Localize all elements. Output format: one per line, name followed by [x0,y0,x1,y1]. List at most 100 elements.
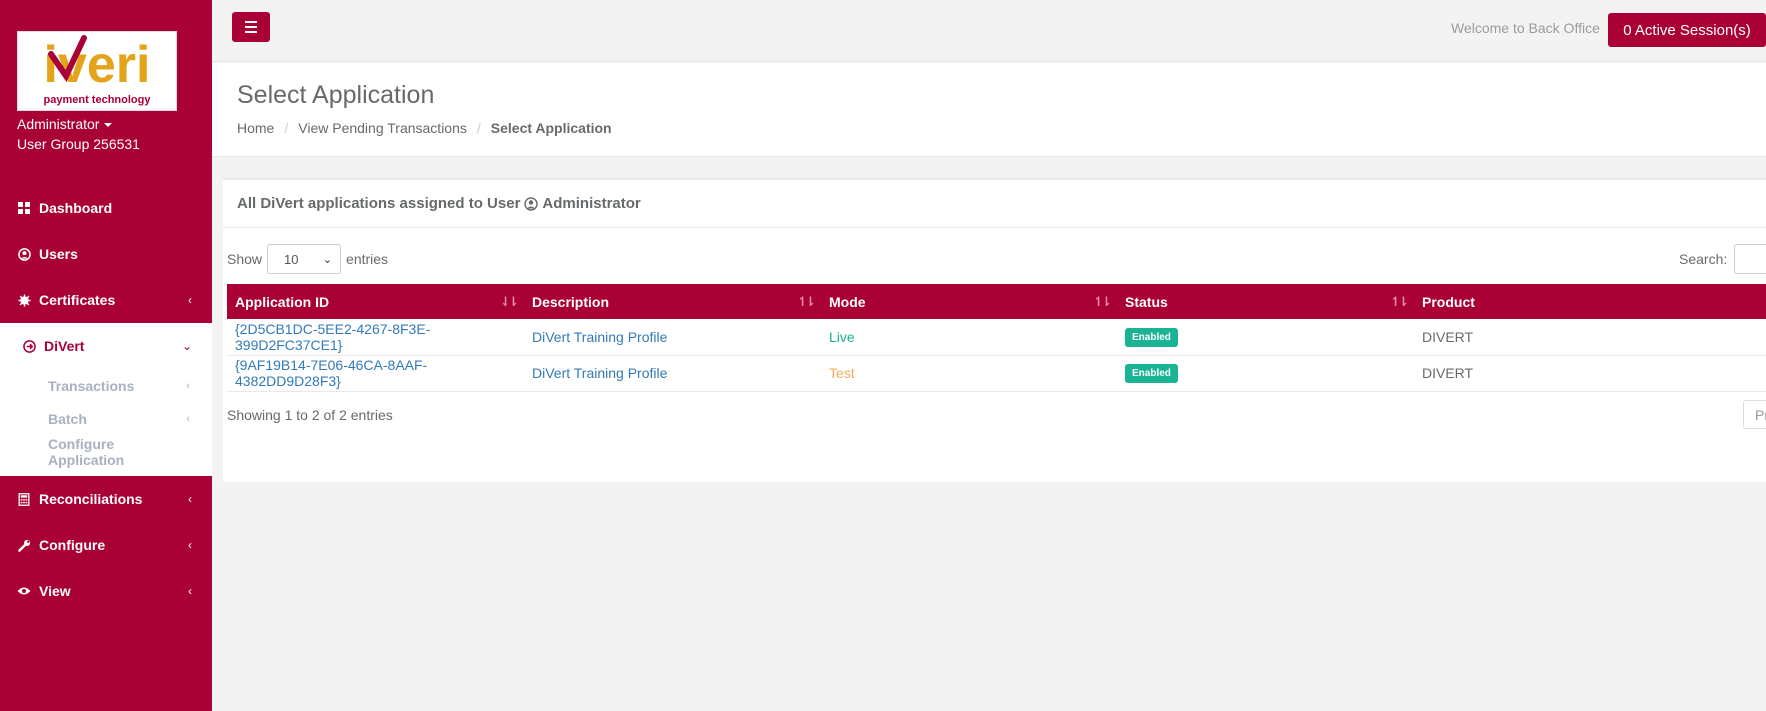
show-label: Show [227,251,263,267]
entries-label: entries [346,251,389,267]
cell-status: Enabled [1117,355,1414,392]
sidebar-subitem-label: Batch [48,410,87,427]
chevron-left-icon: ‹ [188,584,192,598]
user-circle-icon [524,196,539,211]
dashboard-icon [17,201,31,215]
sidebar-item-certificates[interactable]: Certificates ‹ [0,277,212,323]
menu-toggle-button[interactable] [232,12,270,42]
hamburger-icon-bar [245,21,257,23]
column-header-status[interactable]: Status ↿⇂ [1117,284,1414,319]
sort-icon: ↿⇂ [797,294,816,309]
sidebar-subitem-label: Transactions [48,377,135,394]
sidebar-item-users[interactable]: Users [0,231,212,277]
sort-icon: ⇃⇂ [500,294,519,309]
sidebar-item-configure[interactable]: Configure ‹ [0,522,212,568]
divert-icon [22,339,36,353]
sidebar-item-label: Certificates [39,292,116,308]
column-header-application-id[interactable]: Application ID ⇃⇂ [227,284,524,319]
panel-title-prefix: All DiVert applications assigned to User [237,195,521,212]
description-link[interactable]: DiVert Training Profile [532,365,667,381]
status-badge: Enabled [1125,364,1178,383]
sidebar: iveri payment technology Administrator U… [0,0,212,711]
table-row: {9AF19B14-7E06-46CA-8AAF-4382DD9D28F3} D… [227,355,1766,392]
table-row: {2D5CB1DC-5EE2-4267-8F3E-399D2FC37CE1} D… [227,319,1766,356]
sidebar-item-label: View [39,583,71,599]
sidebar-item-divert[interactable]: DiVert ⌄ [0,323,212,369]
page-size-select[interactable]: 10 ⌄ [267,244,342,274]
iveri-logo-icon: iveri payment technology [44,35,152,106]
page-heading: Select Application Home / View Pending T… [212,63,1766,157]
description-link[interactable]: DiVert Training Profile [532,329,667,345]
application-id-link[interactable]: {9AF19B14-7E06-46CA-8AAF-4382DD9D28F3} [235,357,427,389]
sort-icon: ↿⇂ [1390,294,1409,309]
cell-product: DIVERT [1414,355,1766,392]
sidebar-item-label: DiVert [44,338,85,354]
cell-product: DIVERT [1414,319,1766,356]
hamburger-icon-bar [245,26,257,28]
sidebar-nav: Dashboard Users Certificates ‹ DiVert ⌄ [0,185,212,614]
breadcrumb-home[interactable]: Home [237,120,274,136]
sort-icon: ↿⇂ [1093,294,1112,309]
breadcrumb-view-pending-transactions[interactable]: View Pending Transactions [298,120,467,136]
sidebar-group-divert: DiVert ⌄ Transactions ‹ Batch ‹ Configur… [0,323,212,476]
applications-panel: All DiVert applications assigned to User… [223,178,1766,482]
active-sessions-button[interactable]: 0 Active Session(s) [1608,13,1766,47]
sidebar-item-view[interactable]: View ‹ [0,568,212,614]
sidebar-item-label: Users [39,246,78,262]
calculator-icon [17,492,31,506]
sidebar-item-label: Reconciliations [39,491,143,507]
search-label: Search: [1679,251,1728,267]
user-name: Administrator [17,116,100,132]
search-control: Search: [1679,244,1766,274]
page-size-value: 10 [284,251,299,267]
sidebar-item-label: Dashboard [39,200,113,216]
hamburger-icon-bar [245,31,257,33]
top-bar: Welcome to Back Office 0 Active Session(… [212,0,1766,62]
sidebar-subitem-configure-application[interactable]: Configure Application [0,435,212,468]
panel-title-user: Administrator [542,195,641,212]
sidebar-subitem-batch[interactable]: Batch ‹ [0,402,212,435]
welcome-text: Welcome to Back Office [1451,20,1600,36]
table-info: Showing 1 to 2 of 2 entries [227,407,393,423]
sidebar-subitem-transactions[interactable]: Transactions ‹ [0,369,212,402]
column-header-description[interactable]: Description ↿⇂ [524,284,821,319]
panel-title: All DiVert applications assigned to User… [223,180,1766,228]
cell-application-id: {2D5CB1DC-5EE2-4267-8F3E-399D2FC37CE1} [227,319,524,356]
wrench-icon [17,538,31,552]
pagination-previous-button[interactable]: Previous [1743,400,1766,429]
application-id-link[interactable]: {2D5CB1DC-5EE2-4267-8F3E-399D2FC37CE1} [235,321,430,353]
cell-status: Enabled [1117,319,1414,356]
chevron-left-icon: ‹ [188,492,192,506]
sidebar-subitem-label: Configure Application [48,435,125,468]
cell-mode: Test [821,355,1117,392]
certificate-icon [17,293,31,307]
sidebar-item-label: Configure [39,537,106,553]
column-header-product[interactable]: Product [1414,284,1766,319]
table-header-row: Application ID ⇃⇂ Description ↿⇂ Mode ↿⇂… [227,284,1766,319]
user-menu[interactable]: Administrator [17,116,113,132]
chevron-left-icon: ‹ [188,538,192,552]
breadcrumb-separator: / [476,120,481,136]
breadcrumb-separator: / [284,120,289,136]
breadcrumb: Home / View Pending Transactions / Selec… [237,120,612,136]
column-header-mode[interactable]: Mode ↿⇂ [821,284,1117,319]
sidebar-item-reconciliations[interactable]: Reconciliations ‹ [0,476,212,522]
caret-down-icon [104,123,113,127]
search-input[interactable] [1734,244,1766,274]
eye-icon [17,584,31,598]
page-title: Select Application [237,81,435,109]
cell-description: DiVert Training Profile [524,319,821,356]
user-circle-icon [17,247,31,261]
chevron-down-icon: ⌄ [181,339,192,353]
breadcrumb-current: Select Application [490,120,612,136]
brand-logo[interactable]: iveri payment technology [17,31,177,111]
sidebar-item-dashboard[interactable]: Dashboard [0,185,212,231]
divert-subnav: Transactions ‹ Batch ‹ Configure Applica… [0,369,212,476]
status-badge: Enabled [1125,327,1178,347]
cell-mode: Live [821,319,1117,356]
cell-description: DiVert Training Profile [524,355,821,392]
chevron-left-icon: ‹ [188,293,192,307]
svg-text:payment technology: payment technology [44,94,152,106]
user-group: User Group 256531 [17,136,140,152]
chevron-left-icon: ‹ [186,379,190,392]
